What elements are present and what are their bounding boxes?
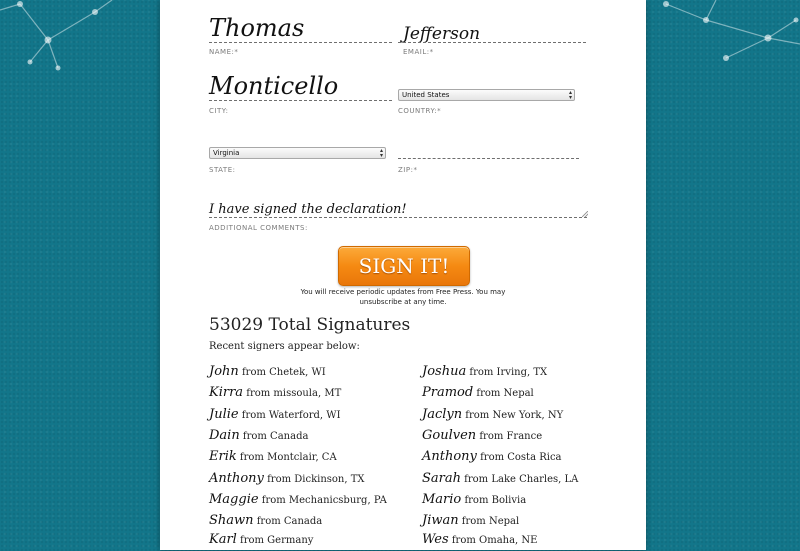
signer-item: Karl from Germany: [209, 530, 313, 550]
signer-location: from Canada: [253, 516, 323, 527]
country-label: COUNTRY:*: [398, 107, 442, 115]
country-select-value: United States: [402, 91, 450, 99]
city-input[interactable]: Monticello: [209, 72, 338, 100]
zip-underline: [398, 158, 579, 159]
signer-location: from Dickinson, TX: [263, 474, 365, 485]
resize-grip-icon[interactable]: [582, 211, 588, 217]
signer-location: from Montclair, CA: [236, 452, 337, 463]
city-underline: [209, 100, 392, 101]
signer-item: Pramod from Nepal: [422, 383, 534, 403]
last-name-underline: [398, 42, 586, 43]
signer-location: from France: [476, 431, 543, 442]
select-arrows-icon: ▴ ▾: [568, 89, 572, 101]
signer-location: from missoula, MT: [243, 388, 342, 399]
state-label: STATE:: [209, 166, 236, 174]
signer-name: Goulven: [422, 428, 477, 443]
signer-name: Wes: [422, 532, 449, 547]
signer-item: Jaclyn from New York, NY: [422, 405, 563, 425]
signer-location: from Chetek, WI: [238, 367, 326, 378]
signer-name: Jaclyn: [422, 407, 463, 422]
country-select[interactable]: United States ▴ ▾: [398, 89, 575, 101]
city-label: CITY:: [209, 107, 229, 115]
signer-name: Jiwan: [422, 513, 459, 528]
total-signatures: 53029 Total Signatures: [209, 315, 411, 335]
signer-name: Anthony: [422, 449, 477, 464]
zip-label: ZIP:*: [398, 166, 418, 174]
signer-item: Joshua from Irving, TX: [422, 362, 547, 382]
signer-item: Shawn from Canada: [209, 511, 322, 531]
signer-location: from Irving, TX: [466, 367, 548, 378]
signer-name: Joshua: [422, 364, 467, 379]
signer-name: Dain: [209, 428, 240, 443]
background-network-right: [663, 0, 800, 61]
signer-item: Erik from Montclair, CA: [209, 447, 337, 467]
signer-item: Jiwan from Nepal: [422, 511, 519, 531]
first-name-underline: [209, 42, 392, 43]
signer-item: Wes from Omaha, NE: [422, 530, 537, 550]
signer-item: Sarah from Lake Charles, LA: [422, 469, 578, 489]
signer-location: from Lake Charles, LA: [461, 474, 579, 485]
signer-item: Kirra from missoula, MT: [209, 383, 341, 403]
signer-location: from Nepal: [458, 516, 520, 527]
comments-label: ADDITIONAL COMMENTS:: [209, 224, 308, 232]
signer-item: Anthony from Costa Rica: [422, 447, 562, 467]
name-label: NAME:*: [209, 48, 239, 56]
first-name-input[interactable]: Thomas: [209, 14, 304, 42]
signer-name: Maggie: [209, 492, 259, 507]
signer-location: from Bolivia: [461, 495, 527, 506]
select-arrows-icon: ▴ ▾: [379, 147, 383, 159]
signer-name: Erik: [209, 449, 237, 464]
signer-name: Mario: [422, 492, 462, 507]
signer-name: Julie: [209, 407, 239, 422]
signer-name: Shawn: [209, 513, 254, 528]
comments-underline: [209, 217, 587, 218]
signer-name: Karl: [209, 532, 237, 547]
signer-item: Dain from Canada: [209, 426, 308, 446]
signer-location: from Mechanicsburg, PA: [258, 495, 387, 506]
signer-item: Julie from Waterford, WI: [209, 405, 341, 425]
signer-location: from Canada: [239, 431, 309, 442]
state-select[interactable]: Virginia ▴ ▾: [209, 147, 386, 159]
signer-location: from Germany: [236, 535, 314, 546]
disclaimer-text: You will receive periodic updates from F…: [300, 288, 506, 306]
signer-location: from Waterford, WI: [238, 410, 341, 421]
signer-name: Anthony: [209, 471, 264, 486]
background-network-left: [0, 0, 113, 71]
last-name-input[interactable]: Jefferson: [403, 20, 480, 48]
signer-location: from Omaha, NE: [448, 535, 538, 546]
signer-item: Mario from Bolivia: [422, 490, 526, 510]
signer-location: from Nepal: [473, 388, 534, 399]
signer-item: John from Chetek, WI: [209, 362, 326, 382]
signer-item: Maggie from Mechanicsburg, PA: [209, 490, 387, 510]
comments-textarea[interactable]: I have signed the declaration!: [209, 202, 407, 218]
state-select-value: Virginia: [213, 149, 240, 157]
signer-item: Anthony from Dickinson, TX: [209, 469, 365, 489]
signer-item: Goulven from France: [422, 426, 542, 446]
signer-name: John: [209, 364, 239, 379]
signer-name: Sarah: [422, 471, 461, 486]
email-label: EMAIL:*: [403, 48, 434, 56]
signer-name: Kirra: [209, 385, 244, 400]
recent-signers-label: Recent signers appear below:: [209, 341, 360, 352]
signer-location: from New York, NY: [462, 410, 564, 421]
signer-name: Pramod: [422, 385, 474, 400]
signer-location: from Costa Rica: [476, 452, 562, 463]
sign-it-button[interactable]: SIGN IT!: [338, 246, 470, 286]
